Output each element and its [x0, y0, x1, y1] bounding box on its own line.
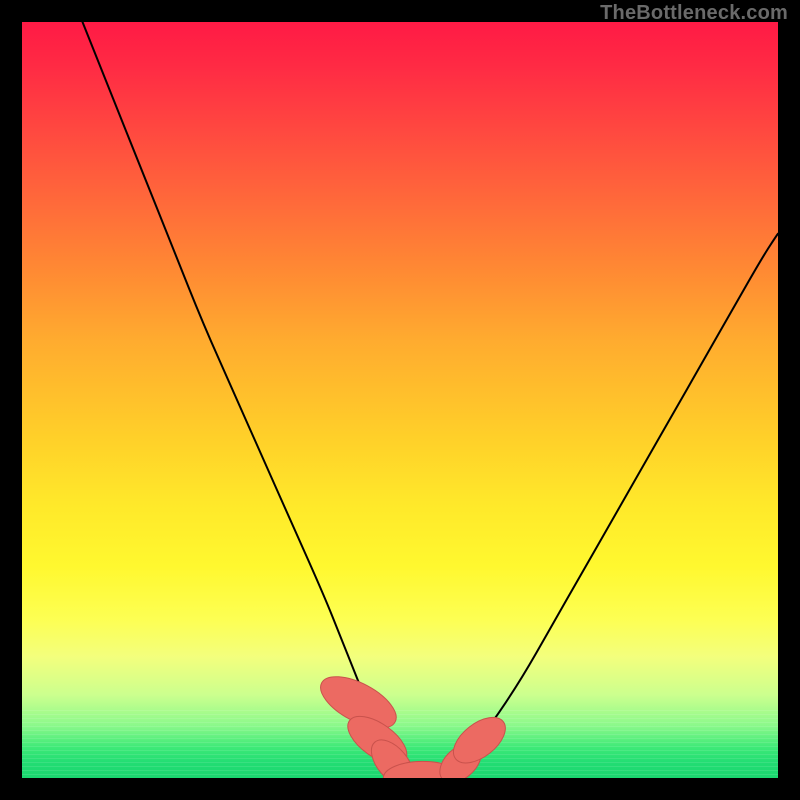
- left-marker-3: [363, 732, 421, 778]
- bottom-band-overlay: [22, 708, 778, 778]
- bottleneck-curve: [83, 22, 779, 778]
- plot-area: [22, 22, 778, 778]
- bottom-marker: [383, 761, 462, 778]
- right-marker-1: [432, 735, 488, 778]
- right-marker-2: [445, 709, 513, 772]
- left-marker-2: [340, 707, 415, 773]
- left-marker-1: [313, 666, 404, 738]
- curve-svg: [22, 22, 778, 778]
- curve-markers: [313, 666, 514, 778]
- chart-frame: TheBottleneck.com: [0, 0, 800, 800]
